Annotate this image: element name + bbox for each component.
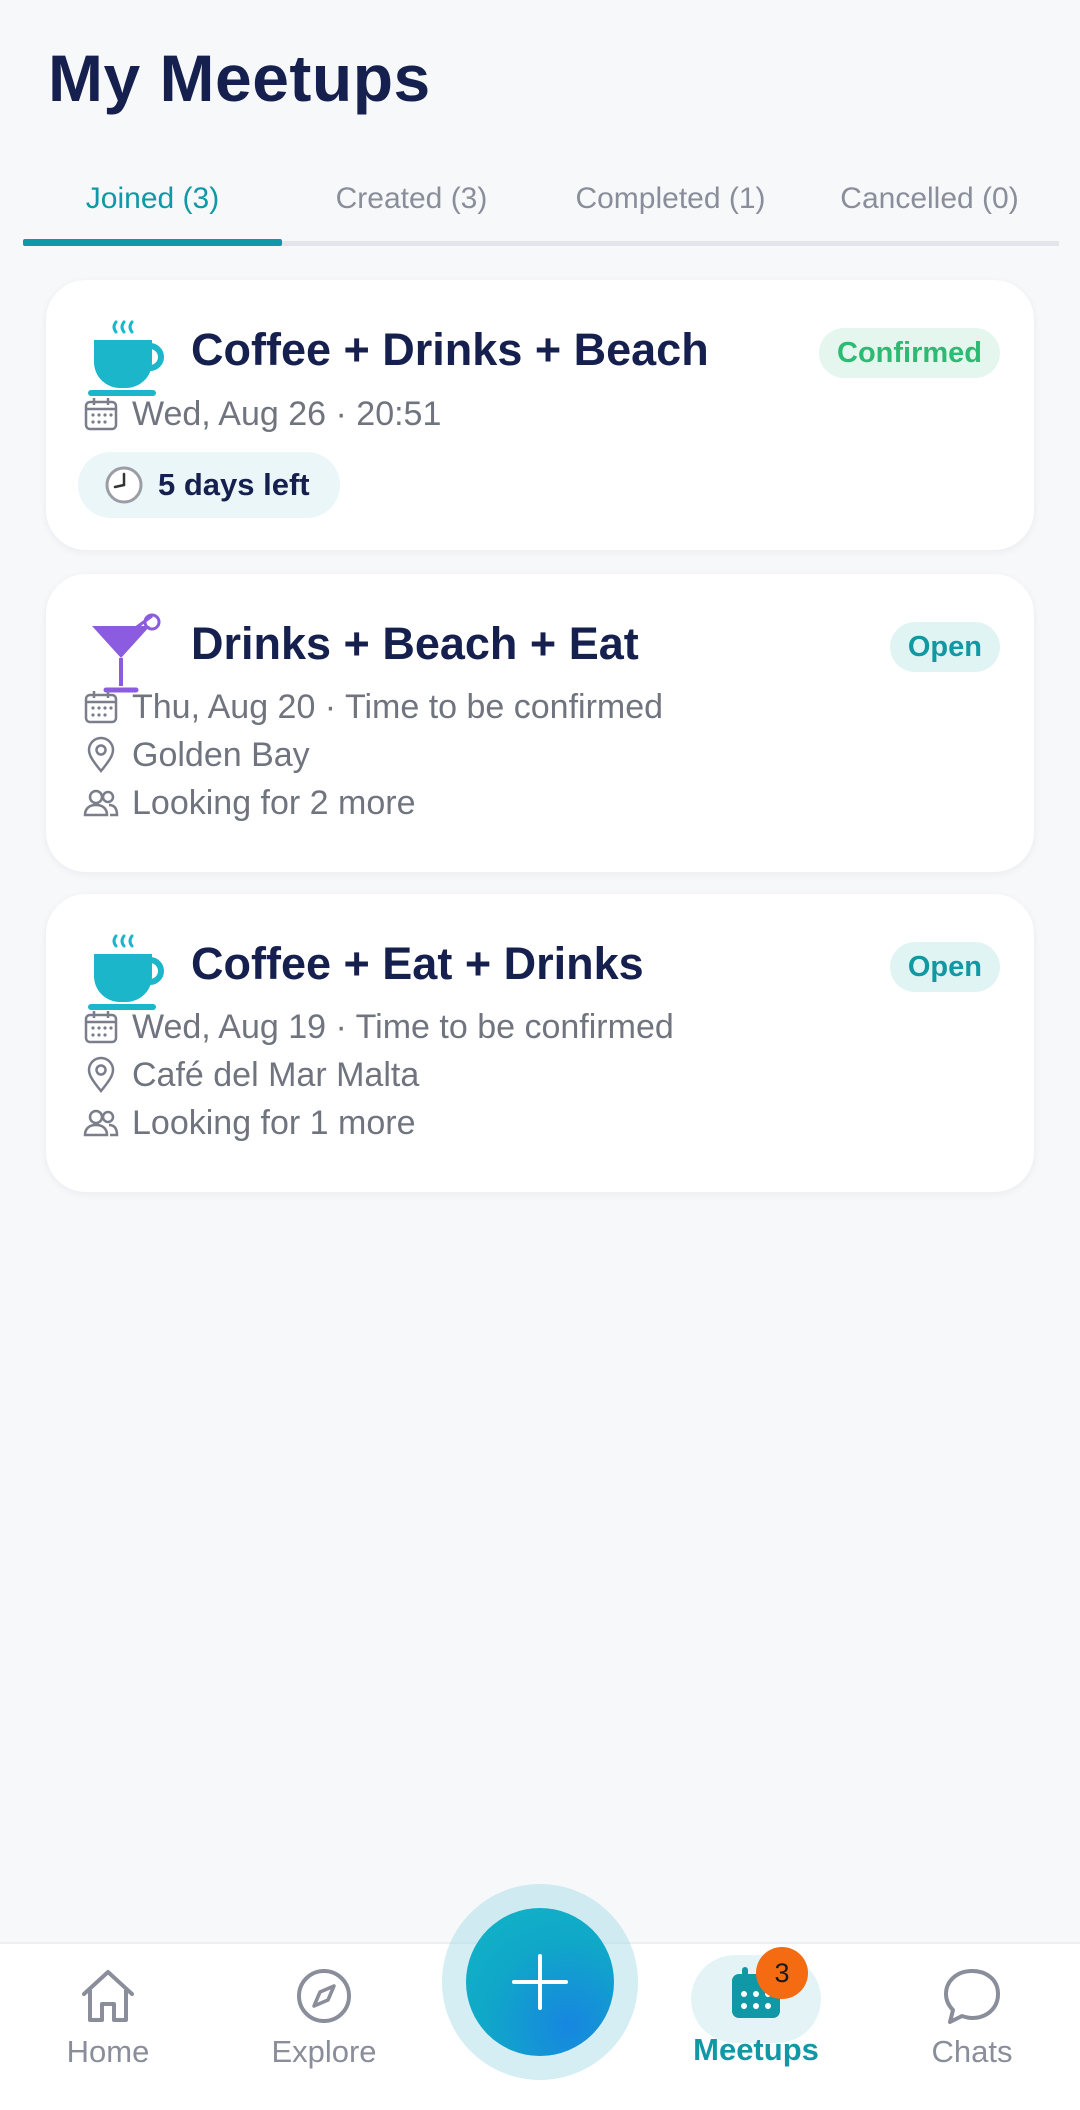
tab-cancelled[interactable]: Cancelled (0): [800, 170, 1059, 246]
meetup-date: Wed, Aug 26 · 20:51: [132, 394, 442, 433]
clock-icon: [105, 466, 143, 504]
nav-home[interactable]: Home: [28, 1964, 188, 2070]
meetup-title: Coffee + Eat + Drinks: [191, 938, 644, 989]
meetup-location-row: Café del Mar Malta: [82, 1052, 419, 1098]
calendar-icon: [84, 398, 118, 431]
meetup-location: Golden Bay: [132, 735, 310, 774]
nav-explore[interactable]: Explore: [244, 1964, 404, 2070]
meetup-date-row: Wed, Aug 19 · Time to be confirmed: [82, 1004, 674, 1050]
meetup-date-row: Thu, Aug 20 · Time to be confirmed: [82, 684, 663, 730]
meetup-location-row: Golden Bay: [82, 732, 310, 778]
tab-completed[interactable]: Completed (1): [541, 170, 800, 246]
status-badge: Open: [889, 942, 1000, 992]
meetup-date: Thu, Aug 20 · Time to be confirmed: [132, 687, 664, 726]
nav-home-label: Home: [66, 2034, 150, 2069]
calendar-icon: [84, 691, 118, 724]
location-pin-icon: [87, 1056, 115, 1093]
location-pin-icon: [87, 736, 115, 773]
coffee-cup-icon: [88, 320, 164, 396]
meetup-date: Wed, Aug 19 · Time to be confirmed: [132, 1007, 674, 1046]
nav-chats-label: Chats: [931, 2034, 1013, 2069]
calendar-icon: [84, 1011, 118, 1044]
status-badge: Confirmed: [819, 328, 1000, 378]
nav-explore-label: Explore: [271, 2034, 377, 2069]
meetup-date-row: Wed, Aug 26 · 20:51: [82, 391, 441, 437]
meetup-card[interactable]: Coffee + Eat + Drinks Open Wed, Aug 19 ·…: [46, 894, 1034, 1192]
meetup-people-row: Looking for 2 more: [82, 780, 416, 826]
home-icon: [82, 1970, 134, 2022]
page-title: My Meetups: [48, 41, 431, 115]
notification-badge: 3: [756, 1947, 808, 1999]
meetup-title: Drinks + Beach + Eat: [191, 618, 639, 669]
status-badge: Open: [889, 622, 1000, 672]
meetup-location: Café del Mar Malta: [132, 1055, 420, 1094]
meetup-tabs: Joined (3) Created (3) Completed (1) Can…: [23, 170, 1059, 246]
tab-created[interactable]: Created (3): [282, 170, 541, 246]
people-icon: [83, 789, 119, 817]
people-icon: [83, 1109, 119, 1137]
meetup-card[interactable]: Coffee + Drinks + Beach Confirmed Wed, A…: [46, 280, 1034, 550]
nav-chats[interactable]: Chats: [892, 1964, 1052, 2070]
compass-icon: [297, 1969, 351, 2023]
create-meetup-button[interactable]: [466, 1908, 614, 2056]
countdown-pill: 5 days left: [78, 452, 340, 518]
meetup-people-row: Looking for 1 more: [82, 1100, 416, 1146]
meetup-looking-for: Looking for 2 more: [132, 783, 416, 822]
meetup-looking-for: Looking for 1 more: [132, 1103, 416, 1142]
meetup-title: Coffee + Drinks + Beach: [191, 324, 709, 375]
nav-meetups-label: Meetups: [693, 2032, 819, 2067]
tab-joined[interactable]: Joined (3): [23, 170, 282, 246]
countdown-text: 5 days left: [158, 467, 310, 502]
chat-bubble-icon: [944, 1969, 1000, 2024]
plus-icon: [512, 1954, 568, 2010]
meetup-card[interactable]: Drinks + Beach + Eat Open Thu, Aug 20 · …: [46, 574, 1034, 872]
